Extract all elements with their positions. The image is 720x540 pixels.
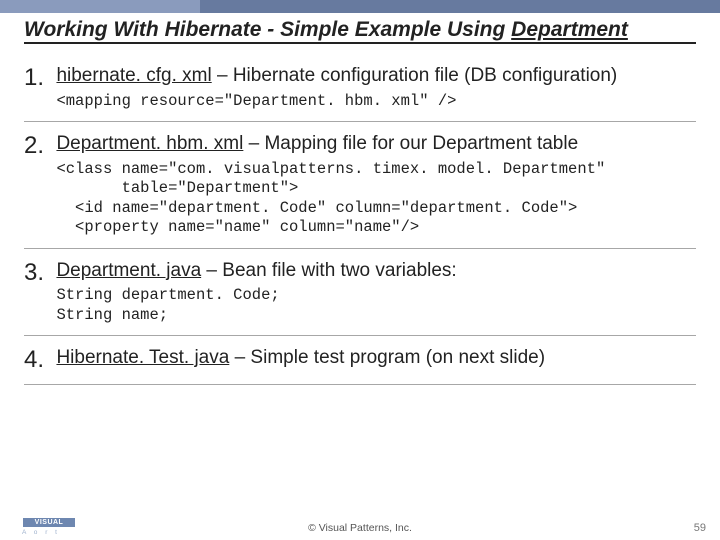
item-code: <mapping resource="Department. hbm. xml"…: [56, 92, 676, 111]
title-underlined: Department: [511, 18, 628, 41]
slide-title: Working With Hibernate - Simple Example …: [24, 18, 696, 44]
item-file: hibernate. cfg. xml: [56, 65, 211, 86]
item-desc: Department. hbm. xml – Mapping file for …: [56, 133, 578, 154]
item-rest: – Bean file with two variables:: [201, 260, 457, 281]
item-rest: – Simple test program (on next slide): [229, 347, 545, 368]
title-prefix: Working With Hibernate - Simple Example …: [24, 18, 511, 41]
footer-copyright: © Visual Patterns, Inc.: [0, 522, 720, 534]
list-item: 4. Hibernate. Test. java – Simple test p…: [24, 336, 696, 385]
item-desc: hibernate. cfg. xml – Hibernate configur…: [56, 65, 617, 86]
item-file: Department. java: [56, 260, 201, 281]
item-number: 1.: [24, 64, 52, 92]
slide-topbar-accent: [0, 0, 200, 13]
slide-topbar: [0, 0, 720, 13]
item-file: Hibernate. Test. java: [56, 347, 229, 368]
page-number: 59: [694, 522, 706, 534]
item-code: <class name="com. visualpatterns. timex.…: [56, 160, 676, 238]
list-item: 1. hibernate. cfg. xml – Hibernate confi…: [24, 54, 696, 122]
item-rest: – Hibernate configuration file (DB confi…: [212, 65, 618, 86]
item-list: 1. hibernate. cfg. xml – Hibernate confi…: [24, 54, 696, 385]
item-number: 2.: [24, 132, 52, 160]
list-item: 3. Department. java – Bean file with two…: [24, 249, 696, 337]
item-file: Department. hbm. xml: [56, 133, 243, 154]
slide-content: Working With Hibernate - Simple Example …: [0, 0, 720, 385]
item-desc: Hibernate. Test. java – Simple test prog…: [56, 347, 545, 368]
item-number: 4.: [24, 346, 52, 374]
item-number: 3.: [24, 259, 52, 287]
item-desc: Department. java – Bean file with two va…: [56, 260, 456, 281]
list-item: 2. Department. hbm. xml – Mapping file f…: [24, 122, 696, 248]
item-rest: – Mapping file for our Department table: [243, 133, 578, 154]
item-code: String department. Code; String name;: [56, 286, 676, 325]
